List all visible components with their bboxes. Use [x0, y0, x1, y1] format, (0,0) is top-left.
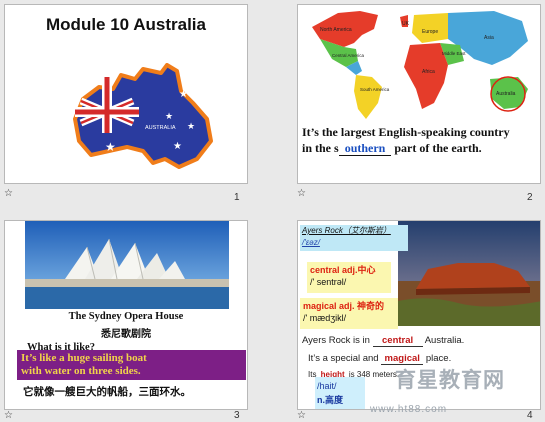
slide-thumbnail-2[interactable]: North America UK Europe Asia Central Ame… — [297, 4, 541, 184]
slide-number: 4 — [527, 410, 533, 421]
star-icon[interactable]: ☆ — [4, 188, 13, 199]
svg-text:AUSTRALIA: AUSTRALIA — [145, 125, 176, 131]
star-icon[interactable]: ☆ — [297, 188, 306, 199]
svg-text:★: ★ — [187, 122, 195, 132]
slide-number: 2 — [527, 192, 533, 203]
svg-text:Europe: Europe — [422, 29, 438, 35]
slide-title: Module 10 Australia — [46, 15, 206, 34]
star-icon[interactable]: ☆ — [297, 410, 306, 421]
australia-flag-map: ★ ★ ★ ★ ★ AUSTRALIA — [73, 63, 213, 169]
svg-text:Central America: Central America — [332, 53, 365, 58]
svg-text:★: ★ — [105, 140, 116, 154]
vocab-note-height: /hait/ n.高度 — [315, 377, 365, 409]
svg-text:★: ★ — [179, 89, 188, 100]
fill-blank-answer: outhern — [338, 141, 392, 156]
svg-text:Middle East: Middle East — [442, 51, 466, 56]
watermark-url: www.ht88.com — [370, 404, 448, 415]
slide-body-text: It’s the largest English-speaking countr… — [302, 125, 510, 156]
slide-caption: The Sydney Opera House — [68, 311, 184, 322]
watermark-text: 育星教育网 — [395, 369, 505, 392]
svg-text:UK: UK — [402, 21, 410, 27]
svg-text:★: ★ — [173, 141, 182, 152]
slide-caption-chinese: 悉尼歌剧院 — [101, 329, 151, 340]
slide-thumbnail-1[interactable]: Module 10 Australia ★ ★ ★ ★ ★ AUSTRALIA — [4, 4, 248, 184]
ayers-rock-photo — [398, 221, 540, 326]
slide-thumbnail-3[interactable]: The Sydney Opera House 悉尼歌剧院 What is it … — [4, 220, 248, 410]
vocab-note-magical: magical adj. 神奇的 /' mædʒikl/ — [300, 298, 398, 329]
svg-text:North America: North America — [320, 27, 352, 33]
svg-text:Asia: Asia — [484, 35, 494, 41]
slide-answer-chinese: 它就像一艘巨大的帆船，三面环水。 — [23, 386, 191, 398]
sentence-1: Ayers Rock is in central Australia. — [302, 335, 465, 347]
ayers-rock-label: Ayers Rock（艾尔斯岩） /'ɛəz/ — [300, 225, 408, 251]
slide-number: 1 — [234, 192, 240, 203]
slide-number: 3 — [234, 410, 240, 421]
world-map: North America UK Europe Asia Central Ame… — [312, 11, 528, 119]
vocab-note-central: central adj.中心 /' sentrəl/ — [307, 262, 391, 293]
slide-answer: It’s like a huge sailing boat with water… — [21, 352, 147, 377]
sydney-opera-house-photo — [25, 221, 229, 309]
svg-text:★: ★ — [165, 112, 173, 122]
svg-text:Australia: Australia — [496, 91, 516, 97]
svg-text:South America: South America — [360, 87, 390, 92]
star-icon[interactable]: ☆ — [4, 410, 13, 421]
svg-text:Africa: Africa — [422, 69, 435, 75]
